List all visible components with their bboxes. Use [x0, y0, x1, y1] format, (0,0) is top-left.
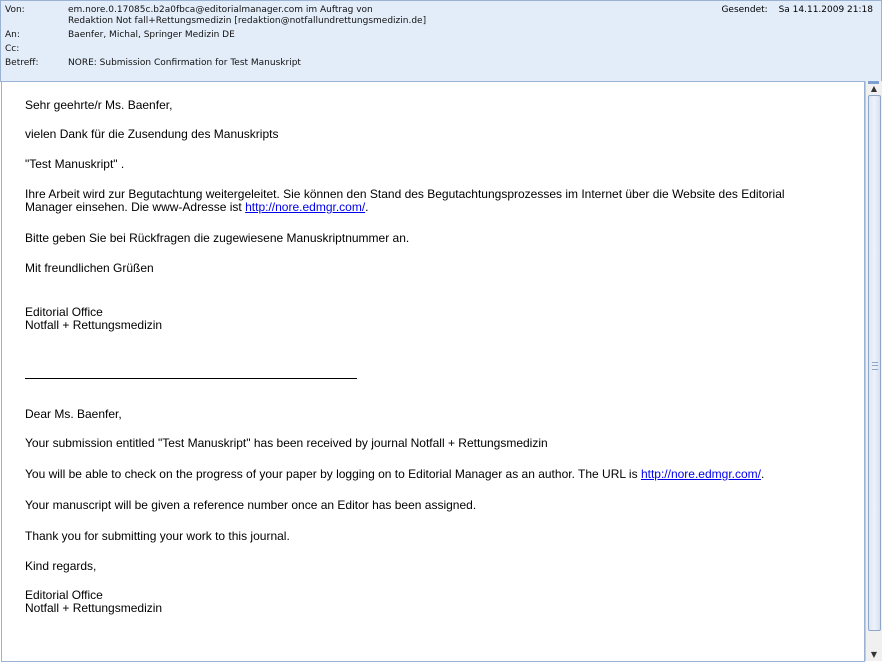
from-value-line1[interactable]: em.nore.0.17085c.b2a0fbca@editorialmanag… [68, 5, 373, 16]
closing-en: Kind regards, [25, 559, 97, 573]
signature-de-line2: Notfall + Rettungsmedizin [25, 318, 163, 332]
review-de-line2: Manager einsehen. Die www-Adresse ist ht… [25, 201, 369, 214]
from-value-line2[interactable]: Redaktion Not fall+Rettungsmedizin [reda… [68, 16, 426, 27]
message-header: Von: em.nore.0.17085c.b2a0fbca@editorial… [0, 0, 882, 82]
arrow-up-icon[interactable]: ▲ [866, 81, 882, 95]
sent-value: Sa 14.11.2009 21:18 [778, 5, 873, 15]
edmgr-link-de[interactable]: http://nore.edmgr.com/ [245, 200, 365, 214]
closing-de: Mit freundlichen Grüßen [25, 261, 154, 275]
received-en: Your submission entitled "Test Manuskrip… [25, 436, 548, 450]
progress-en-suffix: . [761, 467, 765, 481]
scrollbar-thumb[interactable] [868, 95, 881, 631]
edmgr-link-en[interactable]: http://nore.edmgr.com/ [641, 467, 761, 481]
separator-line [25, 378, 357, 379]
thanks-en: Thank you for submitting your work to th… [25, 529, 290, 543]
greeting-de: Sehr geehrte/r Ms. Baenfer, [25, 98, 173, 112]
signature-en-line2: Notfall + Rettungsmedizin [25, 601, 163, 615]
sent-label: Gesendet: [721, 5, 768, 15]
reference-de: Bitte geben Sie bei Rückfragen die zugew… [25, 231, 410, 245]
subject-label: Betreff: [5, 58, 39, 68]
review-de-prefix: Manager einsehen. Die www-Adresse ist [25, 200, 246, 214]
from-label: Von: [5, 5, 25, 15]
message-body[interactable]: Sehr geehrte/r Ms. Baenfer, vielen Dank … [1, 81, 865, 662]
subject-value: NORE: Submission Confirmation for Test M… [68, 58, 301, 68]
to-value[interactable]: Baenfer, Michal, Springer Medizin DE [68, 30, 235, 41]
arrow-down-icon[interactable]: ▼ [866, 647, 882, 661]
cc-label: Cc: [5, 44, 20, 54]
review-de-suffix: . [365, 200, 369, 214]
to-label: An: [5, 30, 20, 40]
greeting-en: Dear Ms. Baenfer, [25, 407, 122, 421]
reference-en: Your manuscript will be given a referenc… [25, 498, 477, 512]
vertical-scrollbar[interactable]: ▲ ▼ [865, 81, 882, 661]
sent-info: Gesendet: Sa 14.11.2009 21:18 [721, 5, 873, 15]
thanks-de: vielen Dank für die Zusendung des Manusk… [25, 127, 279, 141]
title-de: "Test Manuskript" . [25, 157, 125, 171]
progress-en: You will be able to check on the progres… [25, 468, 764, 481]
progress-en-prefix: You will be able to check on the progres… [25, 467, 641, 481]
grip-icon [872, 362, 878, 370]
